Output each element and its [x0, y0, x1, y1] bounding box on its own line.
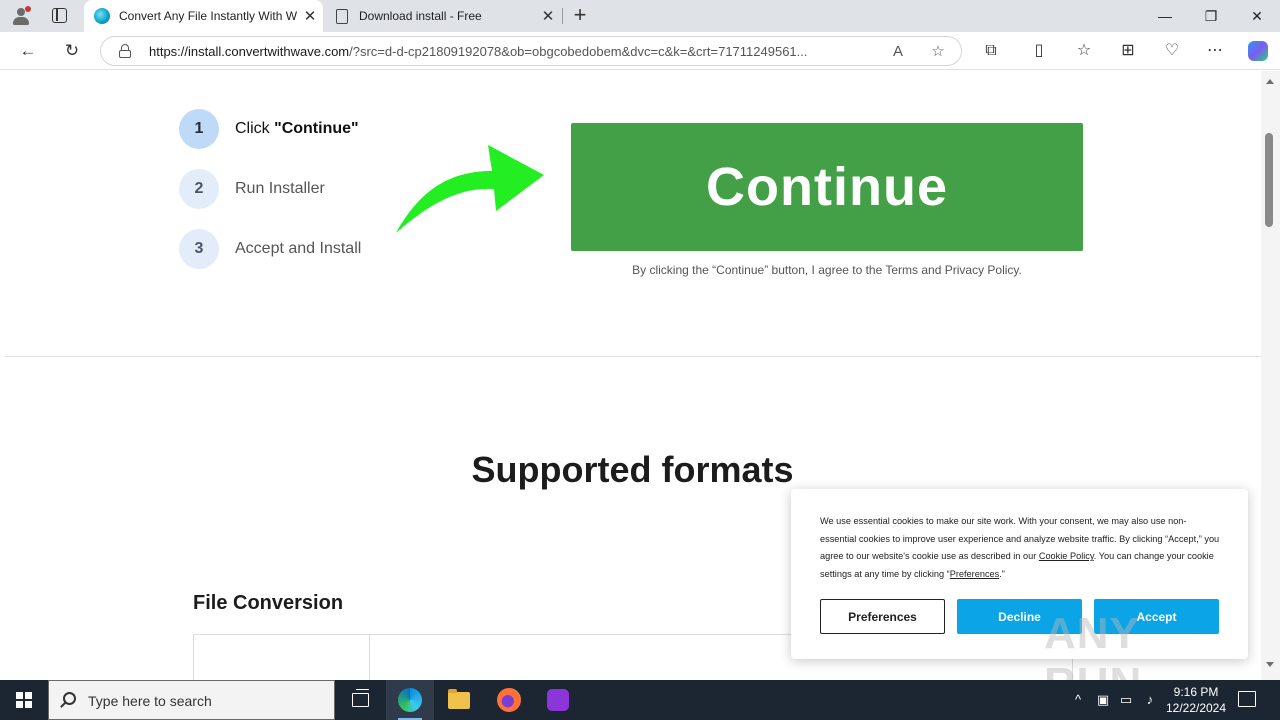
task-view-icon — [351, 689, 369, 707]
taskbar-firefox[interactable] — [485, 680, 533, 720]
green-arrow-icon — [396, 145, 544, 233]
supported-formats-heading: Supported formats — [471, 449, 794, 490]
close-window-button[interactable]: ✕ — [1234, 0, 1280, 32]
read-aloud-icon[interactable]: A — [887, 41, 909, 63]
tab-download[interactable]: Download install - Free ✕ — [324, 0, 561, 32]
new-tab-icon[interactable]: + — [569, 3, 591, 29]
step-label: Accept and Install — [235, 240, 362, 257]
tab-divider — [562, 8, 563, 24]
preferences-button[interactable]: Preferences — [820, 599, 945, 634]
notifications-icon[interactable] — [1238, 691, 1256, 707]
taskbar-clock[interactable]: 9:16 PM 12/22/2024 — [1160, 684, 1232, 716]
minimize-button[interactable]: — — [1142, 0, 1188, 32]
screen: Convert Any File Instantly With W ✕ Down… — [0, 0, 1280, 720]
terms-text: By clicking the “Continue” button, I agr… — [632, 263, 1022, 277]
step-number: 3 — [179, 229, 219, 269]
step-number: 2 — [179, 169, 219, 209]
section-divider — [4, 356, 1261, 357]
step-label: Run Installer — [235, 180, 325, 197]
tab-actions-icon[interactable] — [52, 8, 67, 23]
anyrun-watermark: ANY RUN — [1044, 609, 1141, 680]
back-arrow-icon[interactable]: ← — [15, 38, 41, 64]
document-favicon-icon — [336, 8, 348, 24]
url-text[interactable]: https://install.convertwithwave.com/?src… — [149, 44, 879, 59]
show-hidden-icons-icon[interactable]: ^ — [1068, 690, 1088, 710]
preferences-link[interactable]: Preferences — [950, 569, 1000, 579]
volume-icon[interactable]: ♪ — [1140, 690, 1160, 710]
cookie-text: We use essential cookies to make our sit… — [820, 516, 1220, 579]
device-icon[interactable]: ▣ — [1093, 690, 1113, 710]
vertical-scrollbar[interactable] — [1261, 71, 1280, 680]
collections-icon[interactable]: ⊞ — [1115, 38, 1141, 64]
clock-time: 9:16 PM — [1173, 685, 1219, 699]
copilot-icon[interactable] — [1248, 41, 1268, 61]
edge-icon — [398, 688, 422, 712]
step-3: 3 Accept and Install — [179, 229, 361, 269]
address-bar[interactable]: https://install.convertwithwave.com/?src… — [100, 36, 962, 66]
taskbar-app-purple[interactable] — [534, 680, 582, 720]
cookie-policy-link[interactable]: Cookie Policy — [1039, 551, 1094, 561]
step-label: Click "Continue" — [235, 120, 359, 137]
scroll-down-arrow-icon[interactable] — [1266, 662, 1274, 667]
close-tab-icon[interactable]: ✕ — [297, 7, 323, 25]
maximize-button[interactable]: ❐ — [1188, 0, 1234, 32]
tab-title: Download install - Free — [359, 9, 482, 23]
page-content: 1 Click "Continue" 2 Run Installer 3 Acc… — [4, 71, 1261, 680]
tab-convert[interactable]: Convert Any File Instantly With W ✕ — [84, 0, 323, 32]
step-number: 1 — [179, 109, 219, 149]
taskbar-file-explorer[interactable] — [435, 680, 483, 720]
lock-icon[interactable] — [119, 44, 131, 58]
file-conversion-heading: File Conversion — [193, 592, 344, 614]
step-2: 2 Run Installer — [179, 169, 325, 209]
browser-essentials-icon[interactable]: ♡ — [1159, 38, 1185, 64]
scroll-up-arrow-icon[interactable] — [1266, 79, 1274, 84]
windows-taskbar: Type here to search ^ ▣ ▭ ♪ 9:16 PM 12/2… — [0, 680, 1280, 720]
scrollbar-thumb[interactable] — [1265, 133, 1273, 227]
url-query: /?src=d-d-cp21809192078&ob=obgcobedobem&… — [349, 44, 808, 59]
taskbar-edge[interactable] — [386, 680, 434, 720]
step-1: 1 Click "Continue" — [179, 109, 359, 149]
url-host: https://install.convertwithwave.com — [149, 44, 350, 59]
continue-button[interactable]: Continue — [571, 123, 1083, 251]
split-screen-icon[interactable]: ▯ — [1026, 38, 1052, 64]
refresh-icon[interactable]: ↻ — [59, 38, 85, 64]
favorites-icon[interactable]: ☆ — [1071, 38, 1097, 64]
network-icon[interactable]: ▭ — [1116, 690, 1136, 710]
browser-toolbar: ← ↻ https://install.convertwithwave.com/… — [0, 32, 1280, 70]
search-placeholder: Type here to search — [88, 693, 212, 709]
page-viewport: 1 Click "Continue" 2 Run Installer 3 Acc… — [0, 71, 1280, 680]
clock-date: 12/22/2024 — [1165, 701, 1227, 715]
wave-favicon-icon — [94, 8, 110, 24]
firefox-icon — [497, 688, 521, 712]
start-button[interactable] — [0, 680, 48, 720]
more-menu-icon[interactable]: ⋯ — [1202, 38, 1228, 64]
taskbar-search-box[interactable]: Type here to search — [48, 680, 335, 720]
extensions-icon[interactable]: ⧉ — [978, 38, 1004, 64]
windows-logo-icon — [16, 692, 32, 708]
folder-icon — [448, 688, 470, 709]
task-view-button[interactable] — [336, 680, 384, 720]
profile-icon[interactable] — [10, 5, 32, 27]
tab-title: Convert Any File Instantly With W — [119, 9, 297, 23]
app-icon — [547, 689, 569, 711]
close-tab-icon[interactable]: ✕ — [535, 7, 561, 25]
search-icon — [63, 692, 76, 705]
favorite-star-icon[interactable]: ☆ — [927, 41, 949, 63]
browser-tab-strip: Convert Any File Instantly With W ✕ Down… — [0, 0, 1280, 32]
